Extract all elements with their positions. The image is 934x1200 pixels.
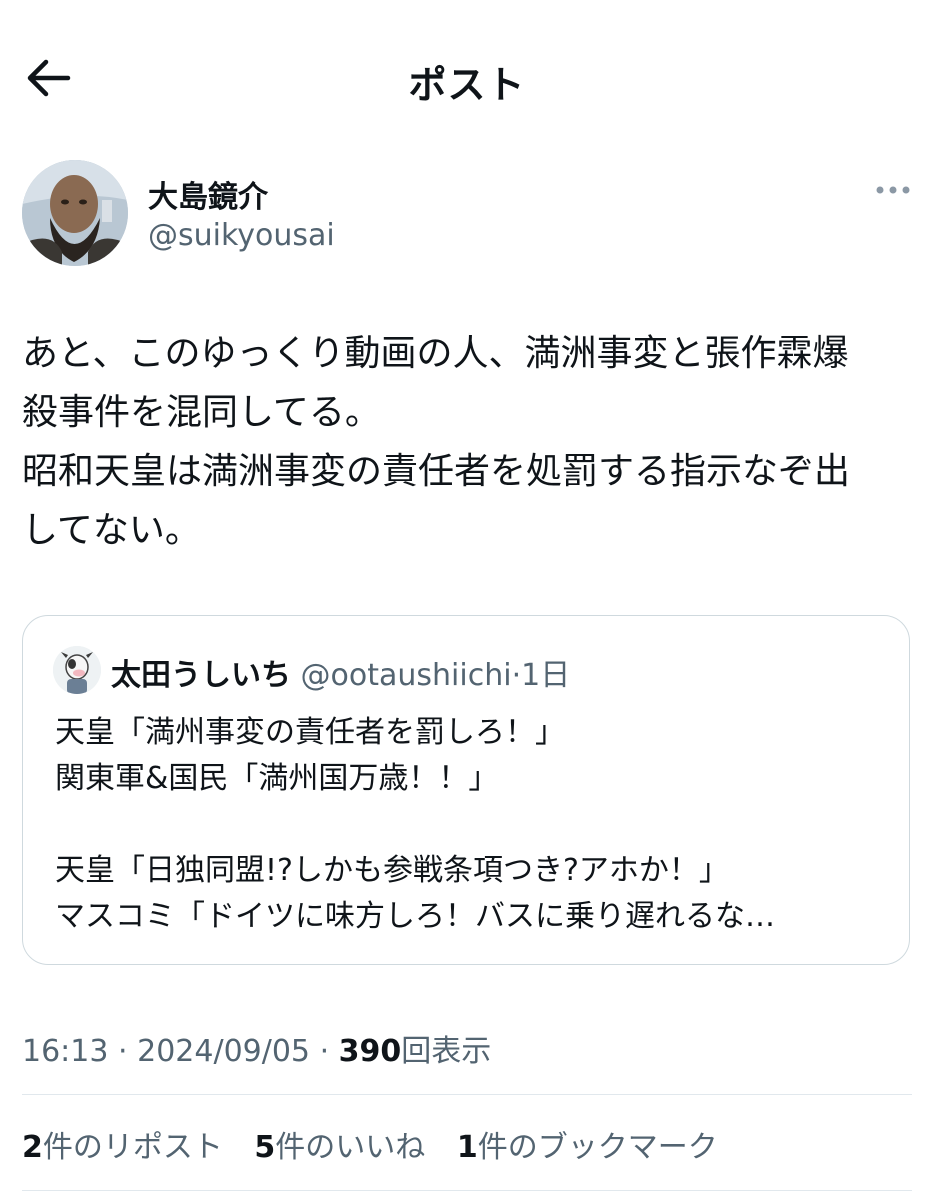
top-bar: ポスト	[0, 0, 934, 150]
quote-text-line	[55, 802, 895, 848]
engagement-stats: 2件のリポスト 5件のいいね 1件のブックマーク	[22, 1122, 740, 1166]
quote-text-line: 天皇「満州事変の責任者を罰しろ！」	[55, 715, 565, 750]
reposts-stat[interactable]: 2件のリポスト	[22, 1130, 223, 1165]
divider	[22, 1190, 912, 1191]
post-metadata: 16:13 · 2024/09/05 · 390回表示	[22, 1026, 491, 1070]
bookmarks-count: 1	[456, 1130, 478, 1165]
quote-header: 太田うしいち @ootaushiichi·1日	[111, 650, 570, 694]
quote-timestamp: 1日	[521, 658, 571, 693]
page-title: ポスト	[408, 63, 526, 107]
quote-author-name: 太田うしいち	[111, 658, 291, 693]
post-text-line: 殺事件を混同してる。	[22, 392, 381, 433]
bookmarks-stat[interactable]: 1件のブックマーク	[457, 1130, 718, 1165]
more-horizontal-icon	[876, 186, 910, 194]
quote-separator: ·	[511, 658, 522, 693]
views-count: 390	[338, 1034, 402, 1069]
likes-count: 5	[254, 1130, 276, 1165]
likes-stat[interactable]: 5件のいいね	[254, 1130, 425, 1165]
quote-text: 天皇「満州事変の責任者を罰しろ！」 関東軍&国民「満州国万歳！！」 天皇「日独同…	[55, 710, 895, 940]
post-author: 大島鏡介 @suikyousai	[22, 160, 912, 270]
divider	[22, 1094, 912, 1095]
post-text-line: あと、このゆっくり動画の人、満洲事変と張作霖爆	[22, 333, 849, 374]
quoted-post[interactable]: 太田うしいち @ootaushiichi·1日 天皇「満州事変の責任者を罰しろ！…	[22, 615, 910, 965]
quote-text-line: 天皇「日独同盟!?しかも参戦条項つき?アホか！」	[55, 853, 729, 888]
author-name[interactable]: 大島鏡介	[148, 172, 268, 216]
post-text-line: 昭和天皇は満洲事変の責任者を処罰する指示なぞ出	[22, 451, 851, 492]
author-avatar[interactable]	[22, 160, 128, 266]
quote-author-avatar	[53, 646, 101, 694]
quote-author-handle: @ootaushiichi	[300, 658, 512, 693]
post-date[interactable]: 2024/09/05	[137, 1034, 310, 1069]
meta-separator: ·	[319, 1034, 330, 1069]
bookmarks-label: 件のブックマーク	[477, 1130, 718, 1165]
meta-separator: ·	[118, 1034, 128, 1069]
reposts-count: 2	[22, 1130, 43, 1165]
post-text-line: してない。	[22, 510, 201, 551]
likes-label: 件のいいね	[275, 1130, 426, 1165]
reposts-label: 件のリポスト	[42, 1130, 223, 1165]
more-options-button[interactable]	[874, 178, 914, 202]
post-time[interactable]: 16:13	[22, 1034, 108, 1069]
author-handle[interactable]: @suikyousai	[148, 218, 335, 253]
quote-text-line: マスコミ「ドイツに味方しろ！バスに乗り遅れるな…	[55, 899, 775, 934]
views-label: 回表示	[401, 1034, 492, 1069]
quote-text-line: 関東軍&国民「満州国万歳！！」	[55, 761, 499, 796]
post-text: あと、このゆっくり動画の人、満洲事変と張作霖爆 殺事件を混同してる。 昭和天皇は…	[22, 324, 912, 560]
